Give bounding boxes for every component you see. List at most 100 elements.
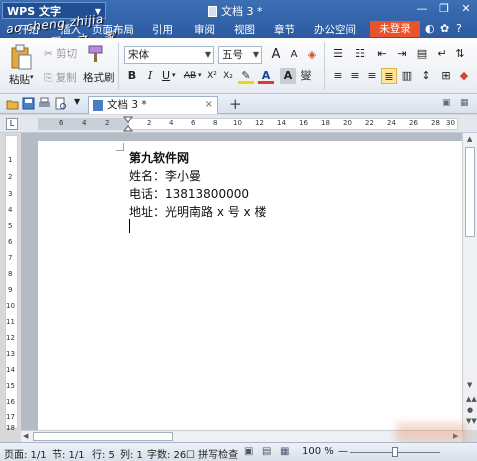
align-center-icon[interactable]: ≡ xyxy=(347,68,363,84)
sort-icon[interactable]: ⇅ xyxy=(452,46,468,62)
maximize-button[interactable]: ❐ xyxy=(434,2,454,15)
shrink-font-button[interactable]: A xyxy=(286,47,302,63)
menu-chapter[interactable]: 章节 xyxy=(274,22,295,37)
decrease-indent-icon[interactable]: ⇤ xyxy=(374,46,390,62)
clipboard-icon[interactable] xyxy=(10,44,32,70)
vertical-scrollbar[interactable]: ▲ ▼ ▲▲ ● ▼▼ xyxy=(462,133,477,430)
spell-check-toggle[interactable]: ☐ 拼写检查 xyxy=(186,446,238,461)
help-icon[interactable]: ? xyxy=(456,22,462,35)
scroll-up-icon[interactable]: ▲ xyxy=(467,135,472,143)
vruler-tick-label: 8 xyxy=(8,270,13,278)
phonetic-guide-icon[interactable]: 燮 xyxy=(298,68,314,84)
zoom-out-icon[interactable]: — xyxy=(338,446,348,457)
image-blur-overlay xyxy=(396,423,466,443)
format-painter-button[interactable]: 格式刷 xyxy=(83,70,115,85)
save-icon[interactable] xyxy=(22,97,35,110)
menu-office-space[interactable]: 办公空间 xyxy=(314,22,356,37)
font-color-icon[interactable]: A xyxy=(258,68,274,84)
new-tab-button[interactable]: + xyxy=(229,95,242,113)
align-left-icon[interactable]: ≡ xyxy=(330,68,346,84)
subscript-button[interactable]: X₂ xyxy=(220,68,236,84)
bold-button[interactable]: B xyxy=(124,68,140,84)
quick-access-dropdown-icon[interactable]: ▼ xyxy=(74,97,80,106)
print-preview-icon[interactable] xyxy=(54,97,67,110)
italic-button[interactable]: I xyxy=(142,68,158,84)
tab-stop-selector[interactable]: L xyxy=(6,118,18,130)
align-right-icon[interactable]: ≡ xyxy=(364,68,380,84)
horizontal-ruler[interactable]: 6 4 2 2 4 6 8 10 12 14 16 18 20 22 24 26… xyxy=(38,116,458,132)
window-title-text: 文档 3 * xyxy=(221,5,263,18)
font-name-select[interactable]: 宋体 ▼ xyxy=(124,46,214,64)
web-view-icon[interactable]: ▦ xyxy=(280,446,289,457)
previous-page-icon[interactable]: ▲▲ xyxy=(466,395,477,403)
shading-icon[interactable]: ◆ xyxy=(456,68,472,84)
horizontal-scroll-thumb[interactable] xyxy=(33,432,173,441)
paste-dropdown-icon[interactable]: ▾ xyxy=(30,73,34,81)
ruler-tick-label: 6 xyxy=(191,119,196,127)
outline-view-icon[interactable]: ▤ xyxy=(262,446,271,457)
superscript-button[interactable]: X² xyxy=(204,68,220,84)
font-size-select[interactable]: 五号 ▼ xyxy=(218,46,262,64)
zoom-level[interactable]: 100 % xyxy=(302,446,334,457)
show-marks-icon[interactable]: ↵ xyxy=(434,46,450,62)
document-page[interactable]: 第九软件网 姓名：李小曼 电话：13813800000 地址：光明南路 x 号 … xyxy=(38,141,462,430)
menu-view[interactable]: 视图 xyxy=(234,22,255,37)
minimize-button[interactable]: — xyxy=(412,2,432,15)
highlight-color-icon[interactable]: ✎ xyxy=(238,68,254,84)
underline-dropdown-icon[interactable]: ▾ xyxy=(172,71,176,79)
vertical-ruler[interactable]: 1 2 3 4 5 6 7 8 9 10 11 12 13 14 15 16 1… xyxy=(5,135,18,432)
scroll-down-icon[interactable]: ▼ xyxy=(467,381,472,389)
print-icon[interactable] xyxy=(38,97,51,110)
strikethrough-button[interactable]: AB xyxy=(180,68,200,84)
ruler-tick-label: 22 xyxy=(365,119,374,127)
margin-corner-mark xyxy=(116,143,124,151)
browse-object-icon[interactable]: ● xyxy=(467,406,473,414)
login-button[interactable]: 未登录 xyxy=(370,21,420,37)
clear-format-icon[interactable]: ◈ xyxy=(304,47,320,63)
close-window-button[interactable]: ✕ xyxy=(456,2,476,15)
settings-icon[interactable]: ✿ xyxy=(440,22,449,35)
justify-icon[interactable]: ≣ xyxy=(381,68,397,84)
numbering-icon[interactable]: ☷ xyxy=(352,46,368,62)
skin-icon[interactable]: ◐ xyxy=(425,22,435,35)
indent-marker-icon[interactable] xyxy=(123,116,133,132)
cut-button[interactable]: ✂ 剪切 xyxy=(44,46,77,61)
scroll-left-icon[interactable]: ◀ xyxy=(23,432,28,440)
status-word-count[interactable]: 字数: 26 xyxy=(147,446,186,461)
status-section: 节: 1/1 xyxy=(52,450,85,461)
document-tab[interactable]: 文档 3 * × xyxy=(88,96,218,114)
tab-menu-icon[interactable]: ▦ xyxy=(460,98,469,108)
distributed-align-icon[interactable]: ▥ xyxy=(399,68,415,84)
copy-button[interactable]: ⎘ 复制 xyxy=(44,70,77,85)
vertical-scroll-thumb[interactable] xyxy=(465,147,475,237)
open-folder-icon[interactable] xyxy=(6,97,19,110)
grow-font-button[interactable]: A xyxy=(268,47,284,63)
vruler-tick-label: 17 xyxy=(6,413,15,421)
line-spacing-icon[interactable]: ↕ xyxy=(418,68,434,84)
bullets-icon[interactable]: ☰ xyxy=(330,46,346,62)
document-line-address[interactable]: 地址：光明南路 x 号 x 楼 xyxy=(129,203,266,220)
document-heading[interactable]: 第九软件网 xyxy=(129,149,189,166)
tab-list-icon[interactable]: ▣ xyxy=(442,98,451,108)
borders-icon[interactable]: ⊞ xyxy=(438,68,454,84)
next-page-icon[interactable]: ▼▼ xyxy=(466,417,477,425)
close-tab-icon[interactable]: × xyxy=(205,97,213,113)
menu-references[interactable]: 引用 xyxy=(152,22,173,37)
format-painter-icon[interactable] xyxy=(87,44,105,64)
status-row: 行: 5 xyxy=(92,450,115,461)
paste-button[interactable]: 粘贴 xyxy=(9,72,30,87)
increase-indent-icon[interactable]: ⇥ xyxy=(394,46,410,62)
menu-review[interactable]: 审阅 xyxy=(194,22,215,37)
font-name-value: 宋体 xyxy=(128,49,149,61)
char-shading-icon[interactable]: A xyxy=(280,68,296,84)
zoom-slider-knob[interactable] xyxy=(392,447,398,457)
document-line-phone[interactable]: 电话：13813800000 xyxy=(129,185,249,202)
ruler-tick-label: 26 xyxy=(409,119,418,127)
strikethrough-dropdown-icon[interactable]: ▾ xyxy=(198,71,202,79)
chevron-down-icon: ▼ xyxy=(204,50,211,59)
horizontal-ruler-row: L 6 4 2 2 4 6 8 10 12 14 16 18 20 22 24 … xyxy=(0,115,477,133)
document-line-name[interactable]: 姓名：李小曼 xyxy=(129,167,201,184)
page-view-icon[interactable]: ▣ xyxy=(244,446,253,457)
status-bar: 页面: 1/1 节: 1/1 行: 5 列: 1 字数: 26 ☐ 拼写检查 ▣… xyxy=(0,442,477,461)
chinese-layout-icon[interactable]: ▤ xyxy=(414,46,430,62)
